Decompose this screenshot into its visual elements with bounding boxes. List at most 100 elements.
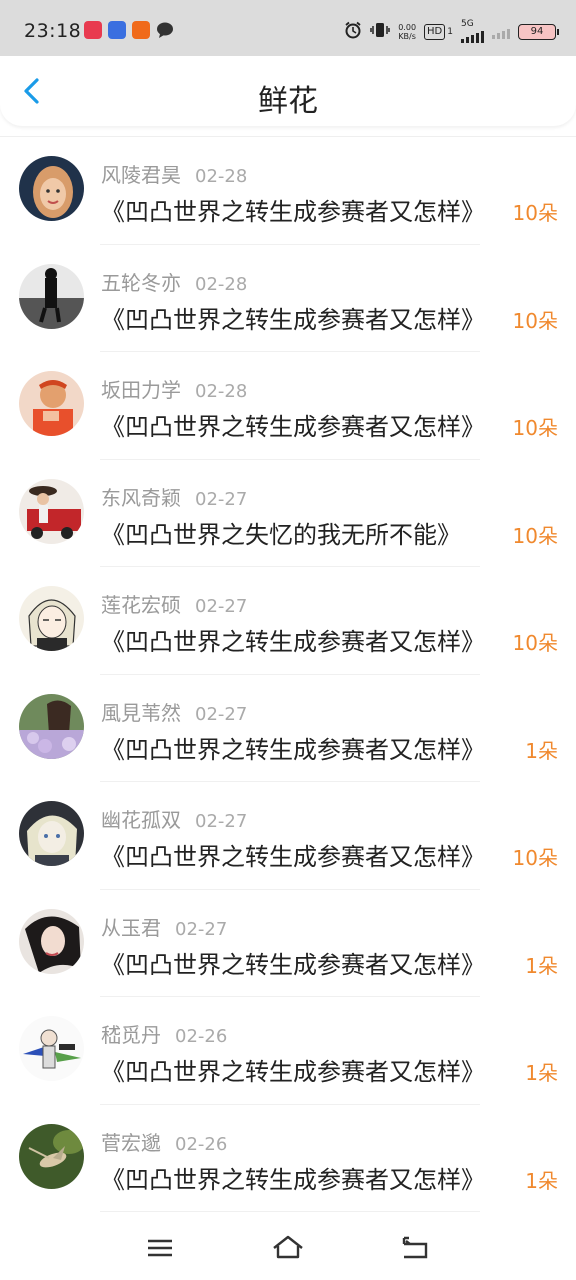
system-navigation-bar [0, 1216, 576, 1280]
user-name-text: 东风奇颖 [101, 485, 181, 510]
book-title[interactable]: 《凹凸世界之转生成参赛者又怎样》 [101, 730, 485, 765]
hd-sub: 1 [447, 26, 453, 37]
user-name: 东风奇颖 02-27 [101, 482, 247, 511]
user-name-text: 嵇觅丹 [101, 1023, 161, 1047]
flower-amount: 1朵 [525, 1168, 558, 1193]
list-item[interactable]: 风陵君昊 02-28 《凹凸世界之转生成参赛者又怎样》 10朵 [0, 137, 576, 245]
avatar[interactable] [19, 263, 84, 329]
home-button[interactable] [272, 1232, 304, 1264]
book-title[interactable]: 《凹凸世界之转生成参赛者又怎样》 [101, 945, 485, 980]
vibrate-icon [370, 21, 390, 43]
book-title[interactable]: 《凹凸世界之转生成参赛者又怎样》 [101, 407, 485, 442]
avatar[interactable] [19, 801, 84, 866]
avatar[interactable] [19, 1016, 84, 1081]
list-item[interactable]: 从玉君 02-27 《凹凸世界之转生成参赛者又怎样》 1朵 [0, 890, 576, 997]
row-divider [100, 1211, 480, 1212]
hd-label: HD [424, 23, 446, 40]
app-notification-icon [84, 21, 102, 39]
cellular-signal: 5G [461, 20, 484, 43]
user-name-text: 幽花孤双 [101, 808, 181, 832]
return-icon [402, 1236, 428, 1259]
flower-amount: 10朵 [512, 308, 558, 333]
home-icon [273, 1235, 303, 1259]
avatar[interactable] [19, 693, 84, 759]
hd-indicator: HD 1 [424, 23, 453, 40]
user-name-text: 風見苇然 [101, 700, 181, 725]
user-name: 莲花宏硕 02-27 [101, 589, 247, 618]
menu-button[interactable] [144, 1232, 176, 1264]
user-name-text: 风陵君昊 [101, 163, 181, 187]
list-item[interactable]: 五轮冬亦 02-28 《凹凸世界之转生成参赛者又怎样》 10朵 [0, 245, 576, 352]
alarm-icon [344, 21, 362, 43]
gift-date: 02-28 [195, 166, 248, 187]
flower-amount: 10朵 [512, 846, 558, 870]
flower-amount: 10朵 [512, 416, 558, 440]
avatar[interactable] [19, 371, 84, 436]
user-name-text: 莲花宏硕 [101, 593, 181, 617]
flower-gift-list[interactable]: 风陵君昊 02-28 《凹凸世界之转生成参赛者又怎样》 10朵 五轮冬亦 02-28… [0, 137, 576, 1212]
flower-amount: 1朵 [525, 953, 558, 978]
flower-amount: 10朵 [512, 201, 558, 225]
avatar[interactable] [19, 586, 84, 651]
list-item[interactable]: 坂田力学 02-28 《凹凸世界之转生成参赛者又怎样》 10朵 [0, 352, 576, 460]
flower-amount: 1朵 [525, 1061, 558, 1085]
list-item[interactable]: 風見苇然 02-27 《凹凸世界之转生成参赛者又怎样》 1朵 [0, 675, 576, 782]
gift-date: 02-28 [195, 273, 248, 295]
flower-amount: 10朵 [512, 523, 558, 548]
user-name: 五轮冬亦 02-28 [101, 267, 247, 296]
user-name: 从玉君 02-27 [101, 912, 227, 941]
gift-date: 02-26 [175, 1133, 228, 1155]
gift-date: 02-28 [195, 381, 248, 402]
user-name: 风陵君昊 02-28 [101, 159, 247, 188]
signal-bars-icon [461, 29, 484, 43]
network-speed-unit: KB/s [398, 31, 416, 41]
book-title[interactable]: 《凹凸世界之转生成参赛者又怎样》 [101, 1160, 485, 1195]
user-name: 嵇觅丹 02-26 [101, 1019, 227, 1048]
book-title[interactable]: 《凹凸世界之转生成参赛者又怎样》 [101, 300, 485, 335]
menu-icon [148, 1239, 172, 1257]
header-bar: 鲜花 [0, 56, 576, 126]
user-name-text: 菅宏邈 [101, 1130, 161, 1155]
book-title[interactable]: 《凹凸世界之转生成参赛者又怎样》 [101, 837, 485, 872]
list-item[interactable]: 东风奇颖 02-27 《凹凸世界之失忆的我无所不能》 10朵 [0, 460, 576, 567]
user-name-text: 从玉君 [101, 915, 161, 940]
gift-date: 02-26 [175, 1026, 228, 1047]
list-item[interactable]: 莲花宏硕 02-27 《凹凸世界之转生成参赛者又怎样》 10朵 [0, 567, 576, 675]
battery-indicator: 94 [518, 23, 559, 40]
page-title: 鲜花 [258, 84, 318, 119]
gift-date: 02-27 [195, 596, 248, 617]
flower-amount: 10朵 [512, 631, 558, 655]
status-time: 23:18 [24, 20, 82, 42]
app-notification-icon [108, 21, 126, 39]
book-title[interactable]: 《凹凸世界之转生成参赛者又怎样》 [101, 1052, 485, 1087]
notification-icons [84, 21, 174, 43]
avatar[interactable] [19, 478, 84, 544]
avatar[interactable] [19, 156, 84, 221]
gift-date: 02-27 [195, 811, 248, 832]
app-notification-icon [132, 21, 150, 39]
list-item[interactable]: 幽花孤双 02-27 《凹凸世界之转生成参赛者又怎样》 10朵 [0, 782, 576, 890]
back-nav-button[interactable] [400, 1232, 432, 1264]
user-name: 坂田力学 02-28 [101, 374, 247, 403]
list-item[interactable]: 菅宏邈 02-26 《凹凸世界之转生成参赛者又怎样》 1朵 [0, 1105, 576, 1212]
gift-date: 02-27 [175, 918, 228, 940]
gift-date: 02-27 [195, 703, 248, 725]
book-title[interactable]: 《凹凸世界之转生成参赛者又怎样》 [101, 192, 485, 227]
network-type: 5G [461, 19, 474, 29]
avatar[interactable] [19, 1123, 84, 1189]
avatar[interactable] [19, 908, 84, 974]
book-title[interactable]: 《凹凸世界之失忆的我无所不能》 [101, 515, 461, 550]
user-name: 風見苇然 02-27 [101, 697, 247, 726]
signal-bars-secondary-icon [492, 25, 510, 39]
network-speed: 0.00 KB/s [398, 23, 416, 41]
gift-date: 02-27 [195, 488, 248, 510]
user-name-text: 五轮冬亦 [101, 270, 181, 295]
user-name: 菅宏邈 02-26 [101, 1127, 227, 1156]
network-speed-value: 0.00 [398, 22, 417, 32]
book-title[interactable]: 《凹凸世界之转生成参赛者又怎样》 [101, 622, 485, 657]
list-item[interactable]: 嵇觅丹 02-26 《凹凸世界之转生成参赛者又怎样》 1朵 [0, 997, 576, 1105]
message-icon [156, 21, 174, 43]
flower-amount: 1朵 [525, 738, 558, 763]
status-indicators: 0.00 KB/s HD 1 5G 94 [344, 20, 559, 43]
user-name-text: 坂田力学 [101, 378, 181, 402]
